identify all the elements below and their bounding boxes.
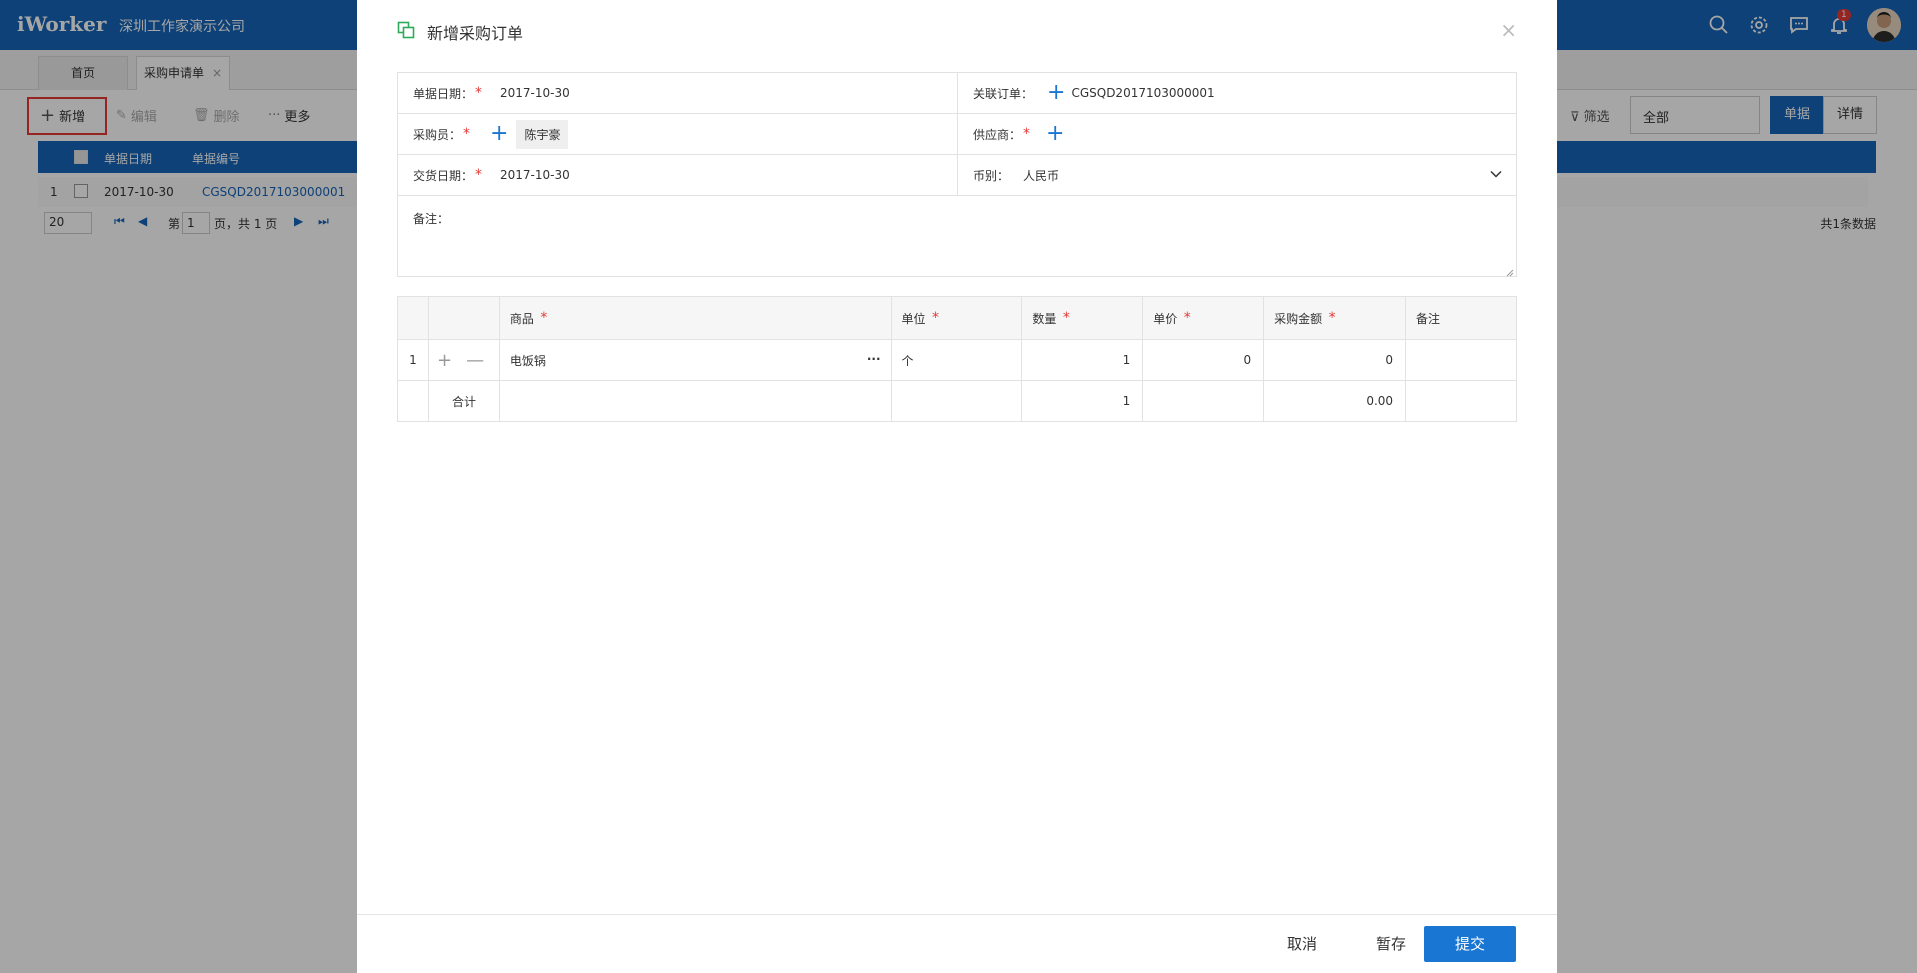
- currency-value: 人民币: [1023, 168, 1060, 183]
- total-label: 合计: [427, 380, 500, 422]
- form-row: 采购员： * + 陈宇豪 供应商： * +: [398, 114, 1516, 155]
- more-icon[interactable]: ···: [867, 352, 881, 366]
- col-label: 采购金额: [1274, 311, 1323, 326]
- total-amount: 0.00: [1263, 380, 1407, 422]
- currency-select[interactable]: 币别： 人民币: [957, 155, 1516, 195]
- remove-row-icon[interactable]: —: [466, 350, 484, 371]
- delivery-date-field[interactable]: 交货日期： * 2017-10-30: [398, 155, 957, 195]
- doc-date-field[interactable]: 单据日期： * 2017-10-30: [398, 73, 957, 113]
- items-header-row: 商品 * 单位 * 数量 * 单价 * 采购金额 * 备注: [397, 296, 1517, 340]
- linked-order-field: 关联订单： + CGSQD2017103000001: [957, 73, 1516, 113]
- cancel-button[interactable]: 取消: [1269, 926, 1335, 962]
- total-unit: [890, 380, 1023, 422]
- col-amount: 采购金额 *: [1263, 296, 1407, 340]
- required-mark: *: [463, 126, 471, 142]
- qty-cell[interactable]: 1: [1021, 339, 1144, 381]
- supplier-label: 供应商：: [973, 127, 1022, 142]
- linked-order-value: CGSQD2017103000001: [1071, 86, 1215, 100]
- col-label: 单位: [901, 311, 926, 326]
- doc-date-label: 单据日期：: [413, 86, 474, 101]
- unit-cell[interactable]: 个: [890, 339, 1023, 381]
- remark-field[interactable]: 备注：: [398, 196, 1516, 277]
- modal-footer: 取消 暂存 提交: [357, 914, 1557, 973]
- table-row: 1 + — 电饭锅 ··· 个 1 0 0: [397, 339, 1517, 381]
- order-form: 单据日期： * 2017-10-30 关联订单： + CGSQD201710300…: [397, 72, 1517, 277]
- save-draft-button[interactable]: 暂存: [1358, 926, 1424, 962]
- required-mark: *: [1179, 309, 1191, 326]
- close-icon[interactable]: ×: [1500, 18, 1517, 42]
- buyer-field: 采购员： * + 陈宇豪: [398, 114, 957, 154]
- note-cell[interactable]: [1405, 339, 1517, 381]
- required-mark: *: [1023, 126, 1031, 142]
- total-row: 合计 1 0.00: [397, 380, 1517, 422]
- col-price: 单价 *: [1142, 296, 1265, 340]
- product-cell[interactable]: 电饭锅 ···: [498, 339, 892, 381]
- amount-cell[interactable]: 0: [1263, 339, 1407, 381]
- delivery-date-label: 交货日期：: [413, 168, 474, 183]
- col-note: 备注: [1405, 296, 1517, 340]
- col-label: 商品: [509, 311, 534, 326]
- form-row: 单据日期： * 2017-10-30 关联订单： + CGSQD201710300…: [398, 73, 1516, 114]
- col-actions: [427, 296, 500, 340]
- required-mark: *: [1058, 309, 1070, 326]
- row-actions: + —: [427, 339, 500, 381]
- buyer-label: 采购员：: [413, 127, 462, 142]
- remark-label: 备注：: [413, 212, 450, 226]
- required-mark: *: [475, 167, 483, 183]
- items-table: 商品 * 单位 * 数量 * 单价 * 采购金额 * 备注 1 + — 电饭锅 ·…: [397, 296, 1517, 422]
- copy-icon: [397, 21, 415, 43]
- modal-title: 新增采购订单: [397, 20, 523, 44]
- resize-handle-icon[interactable]: [1506, 266, 1514, 277]
- add-buyer-icon[interactable]: +: [490, 123, 508, 145]
- chevron-down-icon: [1490, 168, 1502, 180]
- add-supplier-icon[interactable]: +: [1046, 123, 1064, 145]
- col-index: [397, 296, 429, 340]
- product-value: 电饭锅: [509, 353, 546, 368]
- required-mark: *: [535, 309, 548, 326]
- col-qty: 数量 *: [1021, 296, 1144, 340]
- price-cell[interactable]: 0: [1142, 339, 1265, 381]
- linked-order-label: 关联订单：: [973, 86, 1034, 101]
- add-linked-order-icon[interactable]: +: [1047, 82, 1065, 104]
- modal-title-text: 新增采购订单: [427, 24, 524, 43]
- col-label: 备注: [1416, 311, 1441, 326]
- new-purchase-order-dialog: 新增采购订单 × 单据日期： * 2017-10-30 关联订单： + CGSQD…: [357, 0, 1557, 973]
- submit-button[interactable]: 提交: [1424, 926, 1516, 962]
- col-label: 单价: [1153, 311, 1178, 326]
- currency-label: 币别：: [973, 168, 1010, 183]
- required-mark: *: [927, 309, 939, 326]
- col-unit: 单位 *: [890, 296, 1023, 340]
- total-product: [498, 380, 892, 422]
- row-index: 1: [397, 339, 429, 381]
- total-price: [1142, 380, 1265, 422]
- form-row: 交货日期： * 2017-10-30 币别： 人民币: [398, 155, 1516, 196]
- total-note: [1405, 380, 1517, 422]
- buyer-tag[interactable]: 陈宇豪: [516, 119, 569, 149]
- col-product: 商品 *: [498, 296, 892, 340]
- total-index: [397, 380, 429, 422]
- required-mark: *: [475, 85, 483, 101]
- delivery-date-value: 2017-10-30: [500, 168, 570, 182]
- supplier-field: 供应商： * +: [957, 114, 1516, 154]
- doc-date-value: 2017-10-30: [500, 86, 570, 100]
- total-qty: 1: [1021, 380, 1144, 422]
- add-row-icon[interactable]: +: [437, 350, 452, 371]
- col-label: 数量: [1032, 311, 1057, 326]
- required-mark: *: [1324, 309, 1336, 326]
